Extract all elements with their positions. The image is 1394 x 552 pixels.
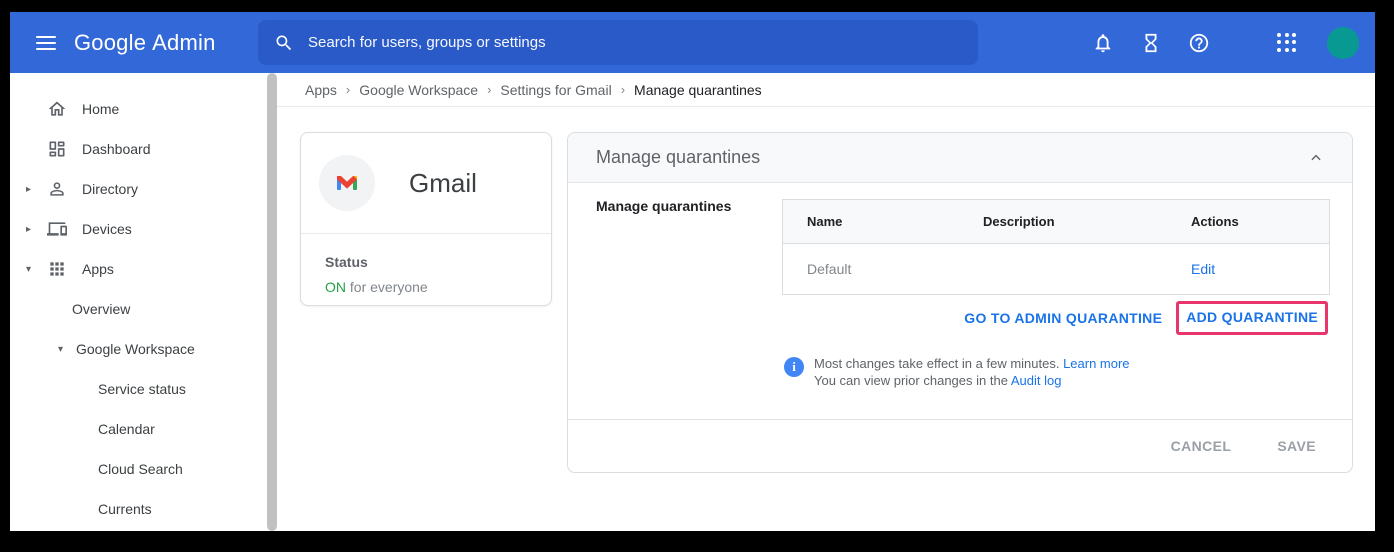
- info-note: i Most changes take effect in a few minu…: [784, 355, 1130, 389]
- table-header-row: Name Description Actions: [783, 200, 1329, 244]
- devices-icon: [46, 218, 68, 240]
- highlight-box: ADD QUARANTINE: [1176, 301, 1328, 335]
- sidebar-item-label: Home: [82, 101, 119, 117]
- panel-header[interactable]: Manage quarantines: [568, 133, 1352, 183]
- info-icon: i: [784, 357, 804, 377]
- search-icon: [274, 33, 294, 53]
- topbar: GoogleAdmin: [10, 12, 1375, 73]
- column-header-actions: Actions: [1191, 214, 1239, 229]
- sidebar-item-label: Cloud Search: [98, 461, 183, 477]
- chevron-right-icon: ›: [487, 82, 491, 97]
- menu-icon[interactable]: [22, 19, 70, 67]
- chevron-up-icon[interactable]: [1304, 146, 1328, 170]
- chevron-right-icon: ›: [346, 82, 350, 97]
- panel-footer: CANCEL SAVE: [568, 419, 1352, 472]
- collapse-arrow-icon[interactable]: ▾: [26, 264, 36, 275]
- sidebar-item-devices[interactable]: ▸ Devices: [10, 209, 277, 249]
- sidebar-item-label: Devices: [82, 221, 132, 237]
- dashboard-icon: [46, 138, 68, 160]
- cancel-button[interactable]: CANCEL: [1171, 438, 1232, 454]
- quarantine-name-cell: Default: [807, 261, 851, 277]
- column-header-name: Name: [807, 214, 842, 229]
- brand-product: Admin: [152, 30, 215, 55]
- learn-more-link[interactable]: Learn more: [1063, 356, 1129, 371]
- search-bar[interactable]: [258, 20, 978, 65]
- column-header-description: Description: [983, 214, 1055, 229]
- topbar-actions: [1083, 12, 1365, 73]
- apps-icon: [46, 258, 68, 280]
- sidebar-item-label: Apps: [82, 261, 114, 277]
- status-suffix: for everyone: [346, 279, 428, 295]
- expand-arrow-icon[interactable]: ▸: [26, 184, 36, 195]
- breadcrumb-google-workspace[interactable]: Google Workspace: [359, 82, 478, 98]
- sidebar-item-overview[interactable]: Overview: [10, 289, 277, 329]
- sidebar-item-directory[interactable]: ▸ Directory: [10, 169, 277, 209]
- help-icon[interactable]: [1179, 23, 1219, 63]
- quarantine-actions-row: GO TO ADMIN QUARANTINE ADD QUARANTINE: [958, 301, 1328, 335]
- pending-tasks-hourglass-icon[interactable]: [1131, 23, 1171, 63]
- add-quarantine-button[interactable]: ADD QUARANTINE: [1186, 309, 1318, 325]
- gmail-app-card: Gmail Status ON for everyone: [300, 132, 552, 306]
- google-apps-grid-icon[interactable]: [1267, 23, 1307, 63]
- sidebar-item-label: Service status: [98, 381, 186, 397]
- gmail-card-header: Gmail: [301, 133, 551, 234]
- sidebar-item-label: Currents: [98, 501, 152, 517]
- sidebar-item-currents[interactable]: Currents: [10, 489, 277, 529]
- audit-log-link[interactable]: Audit log: [1011, 373, 1062, 388]
- home-icon: [46, 98, 68, 120]
- table-row: Default Edit: [783, 244, 1329, 294]
- edit-link[interactable]: Edit: [1191, 261, 1215, 277]
- panel-title: Manage quarantines: [596, 147, 1304, 168]
- person-icon: [46, 178, 68, 200]
- sidebar-item-home[interactable]: Home: [10, 89, 277, 129]
- sidebar-item-label: Google Workspace: [76, 341, 195, 357]
- sidebar-item-label: Dashboard: [82, 141, 151, 157]
- sidebar-scrollbar[interactable]: [267, 73, 277, 531]
- account-avatar[interactable]: [1327, 27, 1359, 59]
- go-to-admin-quarantine-button[interactable]: GO TO ADMIN QUARANTINE: [958, 302, 1168, 334]
- app-title: Gmail: [409, 168, 477, 199]
- sidebar-item-calendar[interactable]: Calendar: [10, 409, 277, 449]
- chevron-right-icon: ›: [621, 82, 625, 97]
- sidebar-item-label: Calendar: [98, 421, 155, 437]
- content-area: Gmail Status ON for everyone Manage quar…: [277, 108, 1375, 531]
- gmail-logo-icon: [319, 155, 375, 211]
- sidebar-item-service-status[interactable]: Service status: [10, 369, 277, 409]
- breadcrumb-current: Manage quarantines: [634, 82, 762, 98]
- sidebar-item-label: Overview: [72, 301, 130, 317]
- admin-console-window: GoogleAdmin Home: [10, 12, 1375, 531]
- collapse-arrow-icon[interactable]: ▾: [58, 344, 63, 355]
- quarantines-table: Name Description Actions Default Edit: [782, 199, 1330, 295]
- status-on-badge: ON: [325, 279, 346, 295]
- info-text: Most changes take effect in a few minute…: [814, 355, 1130, 389]
- manage-quarantines-panel: Manage quarantines Manage quarantines Na…: [567, 132, 1353, 473]
- breadcrumb-apps[interactable]: Apps: [305, 82, 337, 98]
- info-line1: Most changes take effect in a few minute…: [814, 356, 1063, 371]
- sidebar-nav: Home Dashboard ▸ Directory ▸ Devices ▾ A…: [10, 73, 277, 531]
- expand-arrow-icon[interactable]: ▸: [26, 224, 36, 235]
- breadcrumb: Apps › Google Workspace › Settings for G…: [277, 73, 1375, 107]
- sidebar-item-dashboard[interactable]: Dashboard: [10, 129, 277, 169]
- status-label: Status: [325, 254, 551, 270]
- gmail-card-status: Status ON for everyone: [301, 234, 551, 295]
- status-value: ON for everyone: [325, 279, 551, 295]
- sidebar-item-cloud-search[interactable]: Cloud Search: [10, 449, 277, 489]
- breadcrumb-settings-for-gmail[interactable]: Settings for Gmail: [500, 82, 611, 98]
- section-label: Manage quarantines: [596, 198, 731, 214]
- brand-google: Google: [74, 30, 146, 55]
- sidebar-item-google-workspace[interactable]: ▾ Google Workspace: [10, 329, 277, 369]
- sidebar-item-label: Directory: [82, 181, 138, 197]
- save-button[interactable]: SAVE: [1277, 438, 1316, 454]
- notifications-bell-icon[interactable]: [1083, 23, 1123, 63]
- main-area: Apps › Google Workspace › Settings for G…: [277, 73, 1375, 531]
- search-input[interactable]: [308, 34, 962, 51]
- google-admin-logo[interactable]: GoogleAdmin: [74, 30, 216, 56]
- sidebar-item-apps[interactable]: ▾ Apps: [10, 249, 277, 289]
- info-line2: You can view prior changes in the: [814, 373, 1011, 388]
